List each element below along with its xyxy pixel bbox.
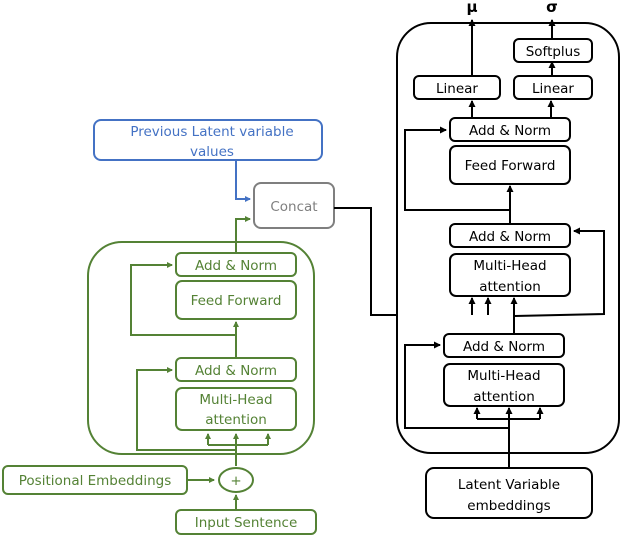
previous-to-concat-arrow	[235, 160, 251, 202]
input-sentence-label: Input Sentence	[195, 515, 298, 531]
sigma-output-label: σ	[546, 0, 558, 16]
linear-sigma-label: Linear	[532, 81, 574, 97]
linear-mu-label: Linear	[436, 81, 478, 97]
previous-latent-label-1: Previous Latent variable	[130, 124, 293, 140]
decoder-self-mha-label-2: attention	[473, 389, 535, 405]
architecture-diagram: Add & Norm Feed Forward Add & Norm Multi…	[2, 0, 620, 535]
decoder-self-mha-label-1: Multi-Head	[467, 368, 540, 384]
concat-label: Concat	[270, 199, 317, 215]
encoder-feed-forward-label: Feed Forward	[191, 293, 282, 309]
decoder-feed-forward-label: Feed Forward	[465, 158, 556, 174]
latent-emb-label-2: embeddings	[467, 498, 550, 514]
decoder-add-norm-bottom-label: Add & Norm	[463, 339, 545, 355]
encoder-add-norm-bottom-label: Add & Norm	[195, 363, 277, 379]
encoder-add-norm-top-label: Add & Norm	[195, 258, 277, 274]
encoder-mha-label-2: attention	[205, 412, 267, 428]
decoder-cross-mha-label-1: Multi-Head	[473, 258, 546, 274]
decoder-cross-mha-label-2: attention	[479, 279, 541, 295]
decoder-add-norm-top-label: Add & Norm	[469, 123, 551, 139]
encoder-block: Add & Norm Feed Forward Add & Norm Multi…	[87, 241, 315, 466]
decoder-add-norm-mid-label: Add & Norm	[469, 229, 551, 245]
latent-emb-label-1: Latent Variable	[458, 477, 560, 493]
plus-icon: +	[230, 473, 241, 489]
softplus-label: Softplus	[526, 44, 581, 60]
mu-output-label: μ	[466, 0, 477, 16]
decoder-block: μ σ Softplus Linear Linear Add & Norm Fe…	[396, 0, 620, 519]
previous-latent-label-2: values	[190, 144, 234, 160]
encoder-mha-label-1: Multi-Head	[199, 392, 272, 408]
positional-embeddings-label: Positional Embeddings	[19, 473, 171, 489]
encoder-inputs: Positional Embeddings + Input Sentence	[2, 465, 317, 535]
